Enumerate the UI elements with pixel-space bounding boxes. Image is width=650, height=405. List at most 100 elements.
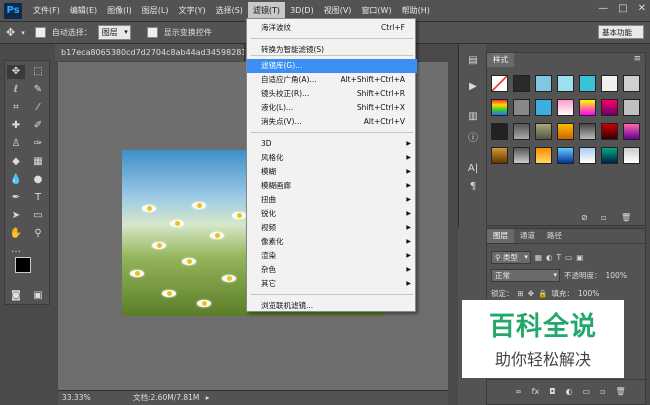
text-tool-icon[interactable]: T [29,191,47,205]
style-swatch[interactable] [579,147,596,164]
status-arrow-icon[interactable]: ▸ [206,393,210,402]
style-swatch[interactable] [491,147,508,164]
new-style-icon[interactable]: ▫ [601,213,606,222]
workspace-dropdown[interactable]: 基本功能 [598,25,644,39]
auto-select-checkbox[interactable] [34,27,46,38]
pen-tool-icon[interactable]: ✒ [7,191,25,205]
healing-tool-icon[interactable]: ✚ [7,119,25,133]
filter-menu-item[interactable]: 液化(L)... Shift+Ctrl+X [247,101,417,115]
tab-layers[interactable]: 图层 [487,229,514,243]
menu-select[interactable]: 选择(S) [211,2,248,20]
crop-tool-icon[interactable]: ⌗ [7,101,25,115]
style-swatch[interactable] [535,123,552,140]
hand-tool-icon[interactable]: ✋ [7,227,25,241]
filter-menu-item[interactable]: 自适应广角(A)... Alt+Shift+Ctrl+A [247,73,417,87]
close-icon[interactable]: ✕ [638,3,646,14]
filter-text-icon[interactable]: T [557,253,562,262]
style-swatch[interactable] [513,99,530,116]
menu-image[interactable]: 图像(I) [102,2,137,20]
filter-menu-item[interactable]: 模糊画廊 ▶ [247,179,417,193]
style-swatch[interactable] [557,99,574,116]
filter-menu-item[interactable]: 3D ▶ [247,137,417,151]
path-select-icon[interactable]: ➤ [7,209,25,223]
actions-panel-icon[interactable]: ▶ [464,80,482,94]
style-swatch[interactable] [579,75,596,92]
style-swatch[interactable] [579,123,596,140]
filter-menu-item[interactable]: 转换为智能滤镜(S) [247,43,417,57]
dodge-tool-icon[interactable]: ● [29,173,47,187]
lock-move-icon[interactable]: ✥ [528,289,534,298]
menu-window[interactable]: 窗口(W) [356,2,396,20]
filter-menu-item[interactable]: 锐化 ▶ [247,207,417,221]
document-info[interactable]: 文档:2.60M/7.81M [133,393,199,402]
filter-adjust-icon[interactable]: ◐ [546,253,553,262]
opacity-value[interactable]: 100% [606,271,627,280]
lock-pixels-icon[interactable]: ⊞ [518,289,524,298]
filter-menu-item[interactable]: 像素化 ▶ [247,235,417,249]
menu-edit[interactable]: 编辑(E) [65,2,102,20]
style-swatch[interactable] [557,147,574,164]
menu-3d[interactable]: 3D(D) [285,2,319,20]
style-swatch[interactable] [623,123,640,140]
character-panel-icon[interactable]: A| [464,162,482,176]
filter-menu-item[interactable]: 扭曲 ▶ [247,193,417,207]
link-layers-icon[interactable]: ∞ [515,387,522,396]
filter-menu-item[interactable]: 风格化 ▶ [247,151,417,165]
style-swatch[interactable] [579,99,596,116]
zoom-level[interactable]: 33.33% [62,393,91,402]
style-swatch[interactable] [535,75,552,92]
filter-shape-icon[interactable]: ▭ [565,253,572,262]
show-transform-checkbox[interactable] [146,27,158,38]
panel-menu-icon[interactable]: ≡ [633,54,641,64]
style-swatch[interactable] [513,75,530,92]
style-swatch[interactable] [513,147,530,164]
adjustment-layer-icon[interactable]: ◐ [566,387,573,396]
properties-panel-icon[interactable]: ▥ [464,110,482,124]
filter-smart-icon[interactable]: ▣ [576,253,583,262]
filter-pixel-icon[interactable]: ▦ [535,253,542,262]
style-swatch[interactable] [491,99,508,116]
move-tool-icon[interactable]: ✥ [7,65,25,79]
menu-view[interactable]: 视图(V) [319,2,357,20]
menu-type[interactable]: 文字(Y) [173,2,210,20]
fill-value[interactable]: 100% [578,289,599,298]
style-swatch[interactable] [601,75,618,92]
new-group-icon[interactable]: ▭ [583,387,591,396]
style-swatch[interactable] [601,123,618,140]
chevron-down-icon[interactable]: ▾ [21,29,25,37]
filter-menu-item[interactable]: 视频 ▶ [247,221,417,235]
add-mask-icon[interactable]: ◘ [549,387,555,396]
style-swatch[interactable] [513,123,530,140]
style-swatch[interactable] [601,99,618,116]
history-panel-icon[interactable]: ▤ [464,54,482,68]
more-tools-icon[interactable]: … [7,243,25,257]
stamp-tool-icon[interactable]: ♙ [7,137,25,151]
foreground-color-swatch[interactable] [15,257,31,273]
quick-mask-icon[interactable]: ◙ [7,289,25,303]
tab-styles[interactable]: 样式 [487,53,514,67]
screen-mode-icon[interactable]: ▣ [29,289,47,303]
filter-menu-item[interactable]: 海洋波纹 Ctrl+F [247,21,417,35]
style-swatch[interactable] [491,75,508,92]
filter-menu-item[interactable]: 渲染 ▶ [247,249,417,263]
delete-style-icon[interactable]: 🗑 [621,213,631,222]
marquee-tool-icon[interactable]: ⬚ [29,65,47,79]
style-swatch[interactable] [491,123,508,140]
menu-layer[interactable]: 图层(L) [137,2,174,20]
filter-menu-item[interactable]: 杂色 ▶ [247,263,417,277]
maximize-icon[interactable]: □ [618,3,627,14]
style-swatch[interactable] [557,75,574,92]
style-swatch[interactable] [623,147,640,164]
tab-paths[interactable]: 路径 [541,229,568,243]
new-layer-icon[interactable]: ▫ [600,387,605,396]
style-swatch[interactable] [623,99,640,116]
eyedropper-tool-icon[interactable]: ⁄ [29,101,47,115]
rectangle-tool-icon[interactable]: ▭ [29,209,47,223]
lasso-tool-icon[interactable]: ℓ [7,83,25,97]
blend-mode-dropdown[interactable]: 正常 [491,269,560,282]
filter-menu-item[interactable]: 浏览联机滤镜... [247,299,417,313]
quick-select-tool-icon[interactable]: ✎ [29,83,47,97]
move-tool-icon[interactable]: ✥ [6,26,15,39]
gradient-tool-icon[interactable]: ▦ [29,155,47,169]
eraser-tool-icon[interactable]: ◆ [7,155,25,169]
